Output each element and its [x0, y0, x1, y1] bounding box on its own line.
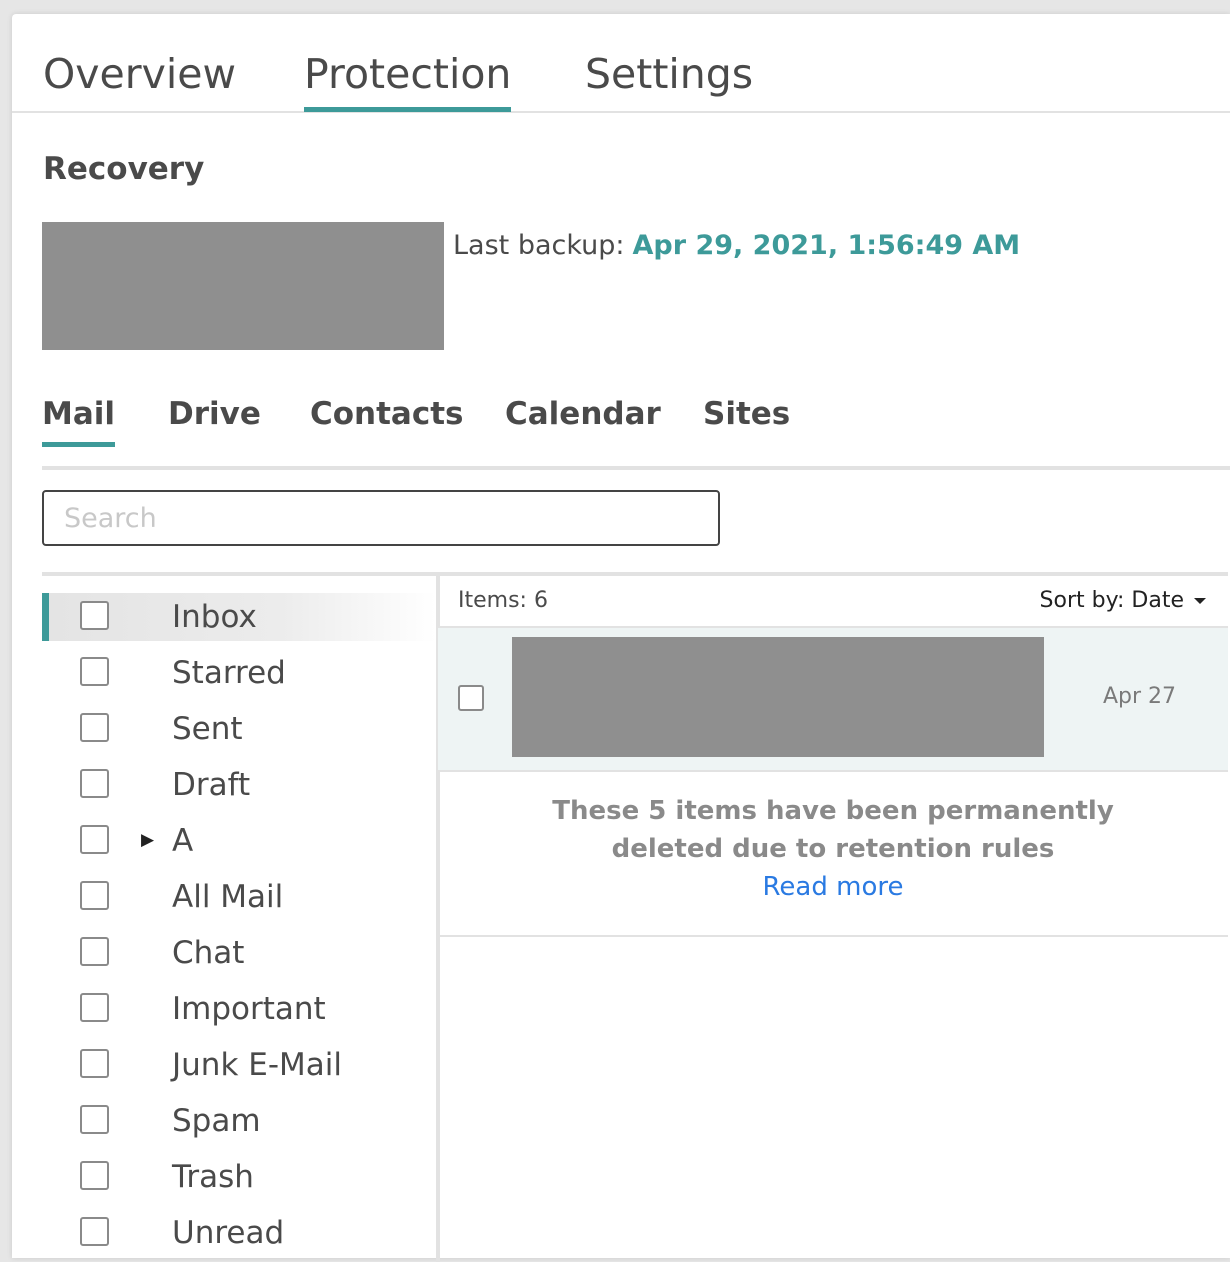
tab-overview[interactable]: Overview — [43, 49, 236, 107]
sort-dropdown[interactable]: Sort by: Date — [1040, 586, 1206, 616]
folder-checkbox[interactable] — [80, 881, 109, 910]
tab-settings[interactable]: Settings — [585, 49, 753, 107]
tab-sites[interactable]: Sites — [703, 394, 790, 442]
last-backup-label: Last backup: — [453, 230, 625, 261]
folder-item-spam[interactable]: Spam — [42, 1097, 436, 1145]
folder-label: Junk E-Mail — [172, 1047, 342, 1083]
folder-checkbox[interactable] — [80, 1217, 109, 1246]
folder-label: Starred — [172, 655, 286, 691]
folder-checkbox[interactable] — [80, 993, 109, 1022]
folder-checkbox[interactable] — [80, 713, 109, 742]
mail-list-item[interactable]: Apr 27 — [438, 628, 1228, 772]
tab-drive[interactable]: Drive — [168, 394, 261, 442]
mail-date: Apr 27 — [1102, 684, 1176, 709]
sort-label: Sort by: Date — [1039, 588, 1184, 613]
folder-label: Important — [172, 991, 326, 1027]
folder-checkbox[interactable] — [80, 1161, 109, 1190]
mail-list-header: Items: 6 Sort by: Date — [438, 576, 1228, 628]
folder-item-unread[interactable]: Unread — [42, 1209, 436, 1257]
top-tabs: Overview Protection Settings — [12, 14, 1230, 113]
read-more-link[interactable]: Read more — [438, 868, 1228, 906]
items-count: Items: 6 — [458, 588, 548, 613]
search-input[interactable] — [42, 490, 720, 546]
redacted-account-info — [42, 222, 444, 350]
folder-label: Trash — [172, 1159, 254, 1195]
tab-protection[interactable]: Protection — [304, 49, 512, 112]
folder-item-important[interactable]: Important — [42, 985, 436, 1033]
folder-checkbox[interactable] — [80, 937, 109, 966]
folder-checkbox[interactable] — [80, 769, 109, 798]
last-backup-value: Apr 29, 2021, 1:56:49 AM — [632, 230, 1021, 261]
folder-label: Unread — [172, 1215, 285, 1251]
caret-right-icon[interactable]: ▶ — [141, 827, 154, 853]
tab-mail[interactable]: Mail — [42, 394, 116, 447]
section-title: Recovery — [43, 151, 205, 187]
folder-list: Inbox Starred Sent Draft ▶ A All Mail Ch… — [42, 572, 440, 1262]
folder-item-a[interactable]: ▶ A — [42, 817, 436, 865]
service-tabs: Mail Drive Contacts Calendar Sites — [42, 394, 1230, 470]
tab-calendar[interactable]: Calendar — [505, 394, 661, 442]
folder-label: All Mail — [172, 879, 284, 915]
retention-notice: These 5 items have been permanently dele… — [438, 772, 1228, 937]
folder-label: A — [172, 823, 194, 859]
folder-checkbox[interactable] — [80, 601, 109, 630]
folder-checkbox[interactable] — [80, 825, 109, 854]
folder-item-sent[interactable]: Sent — [42, 705, 436, 753]
mail-list-pane: Items: 6 Sort by: Date Apr 27 These 5 it… — [436, 572, 1228, 1262]
folder-label: Sent — [172, 711, 243, 747]
folder-checkbox[interactable] — [80, 657, 109, 686]
folder-label: Spam — [172, 1103, 261, 1139]
main-panel: Overview Protection Settings Recovery La… — [12, 14, 1230, 1262]
mail-checkbox[interactable] — [458, 685, 484, 711]
folder-item-draft[interactable]: Draft — [42, 761, 436, 809]
folder-item-junk-email[interactable]: Junk E-Mail — [42, 1041, 436, 1089]
tab-contacts[interactable]: Contacts — [310, 394, 464, 442]
folder-item-all-mail[interactable]: All Mail — [42, 873, 436, 921]
folder-checkbox[interactable] — [80, 1049, 109, 1078]
last-backup: Last backup: Apr 29, 2021, 1:56:49 AM — [453, 226, 1020, 266]
folder-item-trash[interactable]: Trash — [42, 1153, 436, 1201]
folder-item-inbox[interactable]: Inbox — [42, 593, 436, 641]
folder-checkbox[interactable] — [80, 1105, 109, 1134]
folder-item-starred[interactable]: Starred — [42, 649, 436, 697]
folder-item-chat[interactable]: Chat — [42, 929, 436, 977]
caret-down-icon — [1194, 598, 1206, 604]
folder-label: Inbox — [172, 599, 257, 635]
redacted-mail-content — [512, 637, 1044, 757]
folder-label: Draft — [172, 767, 251, 803]
retention-message: These 5 items have been permanently dele… — [552, 796, 1114, 864]
folder-label: Chat — [172, 935, 245, 971]
